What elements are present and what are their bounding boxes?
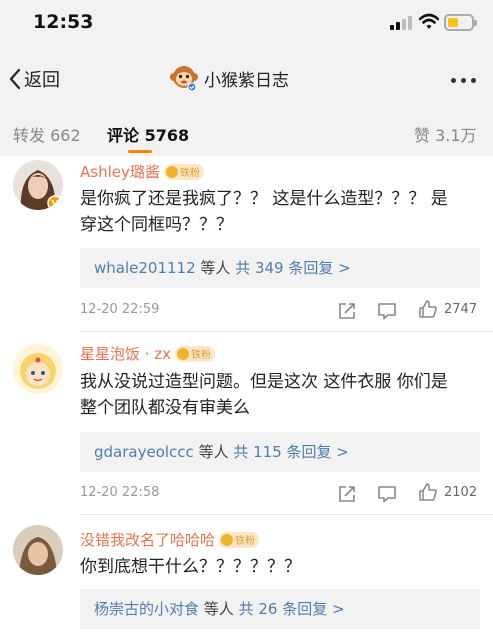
chevron-left-icon <box>9 68 21 90</box>
tab-comments[interactable]: 评论 5768 <box>107 122 189 146</box>
replies-summary[interactable]: 杨崇古的小对食 等人 共 26 条回复 > <box>80 589 480 629</box>
thumbs-up-icon <box>419 300 437 318</box>
avatar[interactable] <box>13 344 63 394</box>
reply-etc: 等人 <box>203 600 234 618</box>
comment-text: 你到底想干什么？？？？？？ <box>80 554 480 580</box>
share-icon[interactable] <box>337 484 357 504</box>
thumbs-up-icon <box>419 483 437 501</box>
active-tab-indicator <box>128 150 152 153</box>
cellular-signal-icon <box>390 16 412 30</box>
divider <box>80 331 493 332</box>
username-text: 星星泡饭 · zx <box>80 345 172 363</box>
comment-text-line: 你到底想干什么？？？？？？ <box>80 557 301 577</box>
reply-etc: 等人 <box>198 443 229 461</box>
wifi-icon <box>419 13 439 29</box>
tab-likes[interactable]: 赞 3.1万 <box>414 122 477 146</box>
comment-text-line: 整个团队都没有审美么 <box>80 398 250 418</box>
fan-badge-label: 铁粉 <box>191 350 212 361</box>
reply-count[interactable]: 共 115 条回复 > <box>233 443 349 461</box>
avatar[interactable]: V <box>13 160 63 210</box>
more-options-button[interactable] <box>451 78 476 83</box>
comment-text-line: 是你疯了还是我疯了？？ 这是什么造型？？？ 是 <box>80 189 448 209</box>
back-label: 返回 <box>24 70 60 91</box>
status-time: 12:53 <box>33 11 94 33</box>
comment-icon[interactable] <box>377 484 397 504</box>
like-button[interactable]: 2102 <box>418 482 477 502</box>
tab-bar: 转发 662 评论 5768 赞 3.1万 <box>0 110 493 156</box>
fan-badge: 铁粉 <box>175 345 216 362</box>
comment-meta: 12-20 22:59 2747 <box>80 299 480 323</box>
fan-badge-label: 铁粉 <box>179 168 200 179</box>
fan-badge-icon <box>165 165 178 178</box>
reply-users[interactable]: 杨崇古的小对食 <box>94 600 199 618</box>
comment-text-line: 我从没说过造型问题。但是这次 这件衣服 你们是 <box>80 372 448 392</box>
username-text: Ashley璐酱 <box>80 163 160 181</box>
reply-count[interactable]: 共 349 条回复 > <box>235 259 351 277</box>
replies-summary[interactable]: whale201112 等人 共 349 条回复 > <box>80 248 480 288</box>
fan-badge: 铁粉 <box>219 531 260 548</box>
replies-summary[interactable]: gdarayeolccc 等人 共 115 条回复 > <box>80 432 480 472</box>
avatar[interactable] <box>13 525 63 575</box>
battery-icon <box>444 14 477 31</box>
reply-users[interactable]: whale201112 <box>94 259 196 277</box>
comment-list: V Ashley璐酱 铁粉 是你疯了还是我疯了？？ 这是什么造型？？？ 是 穿这… <box>0 156 493 639</box>
like-count: 2747 <box>444 301 478 317</box>
monkey-avatar-icon <box>170 64 198 92</box>
comment-username[interactable]: 星星泡饭 · zx 铁粉 <box>80 343 216 364</box>
comment-username[interactable]: Ashley璐酱 铁粉 <box>80 161 204 182</box>
dot-icon <box>471 78 476 83</box>
page-title: 小猴紫日志 <box>204 70 289 91</box>
dot-icon <box>451 78 456 83</box>
nav-title[interactable]: 小猴紫日志 <box>170 64 289 92</box>
like-button[interactable]: 2747 <box>418 299 477 319</box>
tab-repost[interactable]: 转发 662 <box>13 122 81 146</box>
reply-etc: 等人 <box>200 259 231 277</box>
back-button[interactable]: 返回 <box>8 66 60 92</box>
comment-text: 我从没说过造型问题。但是这次 这件衣服 你们是 整个团队都没有审美么 <box>80 369 480 421</box>
svg-text:V: V <box>52 200 59 210</box>
dot-icon <box>461 78 466 83</box>
divider <box>80 514 493 515</box>
comment-meta: 12-20 22:58 2102 <box>80 482 480 506</box>
username-text: 没错我改名了哈哈哈 <box>80 531 216 549</box>
comment-time: 12-20 22:58 <box>80 485 160 500</box>
fan-badge-icon <box>221 533 234 546</box>
share-icon[interactable] <box>337 301 357 321</box>
comment-text-line: 穿这个同框吗？？？ <box>80 215 233 235</box>
status-bar: 12:53 <box>0 0 493 48</box>
nav-bar: 返回 小猴紫日志 <box>0 48 493 110</box>
comment-username[interactable]: 没错我改名了哈哈哈 铁粉 <box>80 529 260 550</box>
reply-users[interactable]: gdarayeolccc <box>94 443 194 461</box>
fan-badge: 铁粉 <box>163 163 204 180</box>
comment-text: 是你疯了还是我疯了？？ 这是什么造型？？？ 是 穿这个同框吗？？？ <box>80 186 480 238</box>
comment-icon[interactable] <box>377 301 397 321</box>
reply-count[interactable]: 共 26 条回复 > <box>239 600 345 618</box>
comment-time: 12-20 22:59 <box>80 302 160 317</box>
fan-badge-label: 铁粉 <box>235 536 256 547</box>
like-count: 2102 <box>444 484 478 500</box>
fan-badge-icon <box>177 347 190 360</box>
